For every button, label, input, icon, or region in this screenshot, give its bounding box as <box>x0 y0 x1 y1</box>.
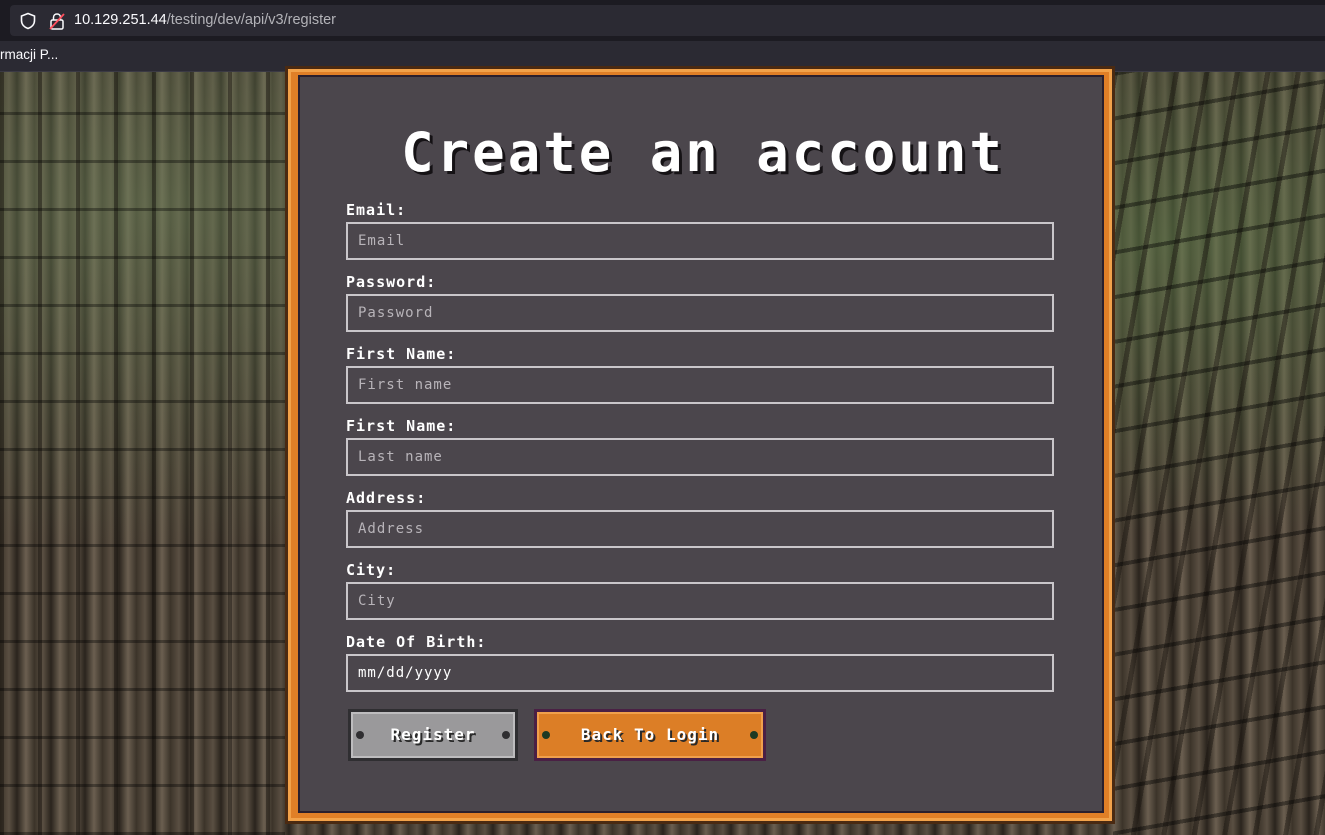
password-label: Password: <box>346 273 437 291</box>
city-label: City: <box>346 561 397 579</box>
dob-label: Date Of Birth: <box>346 633 487 651</box>
email-field[interactable] <box>346 222 1054 260</box>
lock-icon[interactable] <box>49 12 65 30</box>
url-text[interactable]: 10.129.251.44/testing/dev/api/v3/registe… <box>74 11 336 30</box>
first-name-field[interactable] <box>346 366 1054 404</box>
email-label: Email: <box>346 201 407 219</box>
bolt-icon <box>502 731 510 739</box>
city-field[interactable] <box>346 582 1054 620</box>
background-ruins-left <box>0 72 285 835</box>
url-host: 10.129.251.44 <box>74 12 167 28</box>
last-name-label: First Name: <box>346 417 457 435</box>
browser-toolbar: 10.129.251.44/testing/dev/api/v3/registe… <box>0 0 1325 41</box>
dob-field[interactable] <box>346 654 1054 692</box>
address-bar[interactable]: 10.129.251.44/testing/dev/api/v3/registe… <box>10 5 1325 36</box>
last-name-field[interactable] <box>346 438 1054 476</box>
shield-icon[interactable] <box>19 12 37 30</box>
password-field[interactable] <box>346 294 1054 332</box>
url-path: /testing/dev/api/v3/register <box>166 12 336 28</box>
address-label: Address: <box>346 489 427 507</box>
address-field[interactable] <box>346 510 1054 548</box>
register-button-label: Register <box>390 725 476 744</box>
page-title: Create an account <box>401 121 1005 184</box>
register-button[interactable]: Register <box>348 709 518 761</box>
bolt-icon <box>356 731 364 739</box>
first-name-label: First Name: <box>346 345 457 363</box>
bolt-icon <box>542 731 550 739</box>
register-card: Create an account Email: Password: First… <box>298 75 1104 813</box>
bookmark-item[interactable]: rmacji P... <box>0 47 58 62</box>
background-ruins-right <box>1113 72 1325 835</box>
back-to-login-button[interactable]: Back To Login <box>534 709 766 761</box>
back-to-login-label: Back To Login <box>580 725 720 744</box>
bolt-icon <box>750 731 758 739</box>
